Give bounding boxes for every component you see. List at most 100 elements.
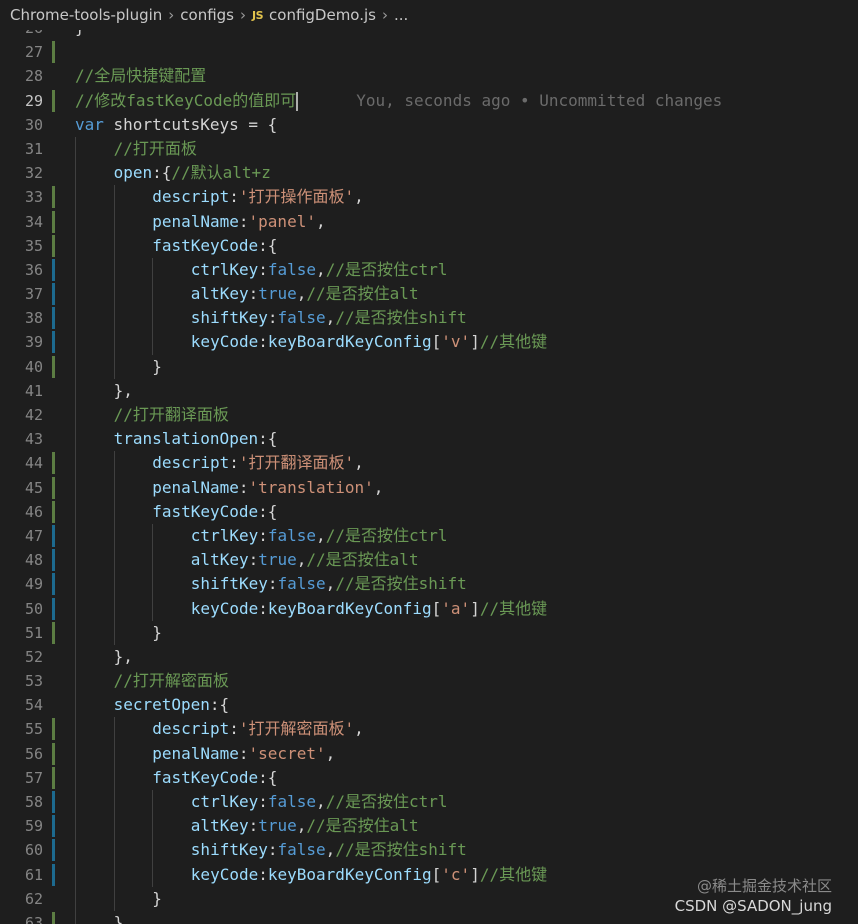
gutter-modified-marker[interactable] <box>52 258 55 281</box>
code-line[interactable]: 50 keyCode:keyBoardKeyConfig['a']//其他键 <box>0 596 858 621</box>
code-text[interactable]: descript:'打开操作面板', <box>152 185 364 209</box>
code-line[interactable]: 54 secretOpen:{ <box>0 693 858 718</box>
code-text[interactable]: penalName:'secret', <box>152 742 335 766</box>
code-line[interactable]: 35 fastKeyCode:{ <box>0 233 858 258</box>
gutter-modified-marker[interactable] <box>52 839 55 862</box>
code-text[interactable]: open:{//默认alt+z <box>114 161 271 185</box>
code-text[interactable]: }, <box>114 645 133 669</box>
code-text[interactable]: translationOpen:{ <box>114 427 278 451</box>
gutter-added-marker[interactable] <box>52 89 55 112</box>
code-line[interactable]: 39 keyCode:keyBoardKeyConfig['v']//其他键 <box>0 330 858 355</box>
code-line[interactable]: 59 altKey:true,//是否按住alt <box>0 814 858 839</box>
code-line[interactable]: 29 //修改fastKeyCode的值即可 You, seconds ago • … <box>0 89 858 113</box>
code-text[interactable]: keyCode:keyBoardKeyConfig['c']//其他键 <box>191 863 547 887</box>
code-text[interactable]: altKey:true,//是否按住alt <box>191 814 419 838</box>
code-line[interactable]: 37 altKey:true,//是否按住alt <box>0 282 858 307</box>
code-line[interactable]: 31 //打开面板 <box>0 136 858 162</box>
gutter-modified-marker[interactable] <box>52 863 55 886</box>
code-line[interactable]: 27 <box>0 40 858 64</box>
code-text[interactable]: var shortcutsKeys = { <box>75 113 277 137</box>
code-line[interactable]: 48 altKey:true,//是否按住alt <box>0 548 858 573</box>
code-area[interactable]: 26}2728//全局快捷键配置29//修改fastKeyCode的值即可You… <box>0 16 858 924</box>
gutter-modified-marker[interactable] <box>52 307 55 330</box>
code-text[interactable]: ctrlKey:false,//是否按住ctrl <box>191 524 448 548</box>
code-text[interactable]: //打开解密面板 <box>114 669 229 693</box>
gutter-added-marker[interactable] <box>52 41 55 64</box>
code-line[interactable]: 34 penalName:'panel', <box>0 209 858 234</box>
code-line[interactable]: 60 shiftKey:false,//是否按住shift <box>0 838 858 863</box>
code-line[interactable]: 43 translationOpen:{ <box>0 427 858 452</box>
code-line[interactable]: 52}, <box>0 644 858 670</box>
code-text[interactable]: } <box>152 621 162 645</box>
code-text[interactable]: fastKeyCode:{ <box>152 766 277 790</box>
code-text[interactable]: } <box>114 911 124 924</box>
code-text[interactable]: shiftKey:false,//是否按住shift <box>191 306 467 330</box>
gutter-added-marker[interactable] <box>52 621 55 644</box>
code-text[interactable]: //修改fastKeyCode的值即可 You, seconds ago • Un… <box>75 89 722 113</box>
code-line[interactable]: 40} <box>0 354 858 379</box>
breadcrumb-more[interactable]: ... <box>394 6 408 24</box>
gutter-modified-marker[interactable] <box>52 283 55 306</box>
gutter-added-marker[interactable] <box>52 210 55 233</box>
code-line[interactable]: 57 fastKeyCode:{ <box>0 765 858 790</box>
breadcrumb-folder[interactable]: Chrome-tools-plugin <box>10 6 162 24</box>
gutter-added-marker[interactable] <box>52 234 55 257</box>
gutter-added-marker[interactable] <box>52 742 55 765</box>
code-text[interactable]: altKey:true,//是否按住alt <box>191 548 419 572</box>
code-line[interactable]: 42 //打开翻译面板 <box>0 403 858 428</box>
code-text[interactable]: fastKeyCode:{ <box>152 234 277 258</box>
code-line[interactable]: 56 penalName:'secret', <box>0 741 858 766</box>
code-line[interactable]: 58 ctrlKey:false,//是否按住ctrl <box>0 790 858 815</box>
code-text[interactable]: shiftKey:false,//是否按住shift <box>191 572 467 596</box>
gutter-modified-marker[interactable] <box>52 597 55 620</box>
code-line[interactable]: 44 descript:'打开翻译面板', <box>0 451 858 476</box>
code-text[interactable]: ctrlKey:false,//是否按住ctrl <box>191 790 448 814</box>
gutter-modified-marker[interactable] <box>52 791 55 813</box>
code-text[interactable]: fastKeyCode:{ <box>152 500 277 524</box>
gutter-modified-marker[interactable] <box>52 331 55 354</box>
code-text[interactable]: keyCode:keyBoardKeyConfig['a']//其他键 <box>191 597 547 621</box>
code-line[interactable]: 46 fastKeyCode:{ <box>0 499 858 524</box>
code-text[interactable]: shiftKey:false,//是否按住shift <box>191 838 467 862</box>
code-text[interactable]: }, <box>114 379 133 403</box>
code-line[interactable]: 47 ctrlKey:false,//是否按住ctrl <box>0 523 858 549</box>
code-text[interactable]: descript:'打开翻译面板', <box>152 451 364 475</box>
code-text[interactable]: ctrlKey:false,//是否按住ctrl <box>191 258 448 282</box>
gutter-added-marker[interactable] <box>52 500 55 523</box>
code-line[interactable]: 30 var shortcutsKeys = { <box>0 113 858 137</box>
code-line[interactable]: 49 shiftKey:false,//是否按住shift <box>0 572 858 597</box>
code-line[interactable]: 32 open:{//默认alt+z <box>0 161 858 186</box>
gutter-added-marker[interactable] <box>52 452 55 475</box>
gutter-modified-marker[interactable] <box>52 549 55 572</box>
code-text[interactable]: altKey:true,//是否按住alt <box>191 282 419 306</box>
gutter-added-marker[interactable] <box>52 911 55 924</box>
gutter-added-marker[interactable] <box>52 186 55 209</box>
gutter-modified-marker[interactable] <box>52 524 55 547</box>
code-text[interactable]: secretOpen:{ <box>114 693 230 717</box>
breadcrumb-file[interactable]: configDemo.js <box>269 6 376 24</box>
code-text[interactable]: //打开翻译面板 <box>114 403 229 427</box>
code-line[interactable]: 41}, <box>0 378 858 403</box>
gutter-added-marker[interactable] <box>52 718 55 741</box>
gutter-added-marker[interactable] <box>52 476 55 499</box>
code-line[interactable]: 55 descript:'打开解密面板', <box>0 717 858 742</box>
code-line[interactable]: 38 shiftKey:false,//是否按住shift <box>0 306 858 331</box>
code-text[interactable]: } <box>152 355 162 379</box>
code-text[interactable]: descript:'打开解密面板', <box>152 717 364 741</box>
code-line[interactable]: 51} <box>0 620 858 645</box>
gutter-added-marker[interactable] <box>52 766 55 789</box>
code-editor[interactable]: Chrome-tools-plugin › configs › JS confi… <box>0 0 858 924</box>
code-line[interactable]: 36 ctrlKey:false,//是否按住ctrl <box>0 257 858 283</box>
code-text[interactable]: keyCode:keyBoardKeyConfig['v']//其他键 <box>191 330 547 354</box>
code-text[interactable]: } <box>152 887 162 911</box>
code-line[interactable]: 45 penalName:'translation', <box>0 475 858 500</box>
code-text[interactable]: //全局快捷键配置 <box>75 64 206 88</box>
code-text[interactable]: //打开面板 <box>114 137 197 161</box>
gutter-added-marker[interactable] <box>52 355 55 378</box>
code-line[interactable]: 33 descript:'打开操作面板', <box>0 185 858 210</box>
code-line[interactable]: 53 //打开解密面板 <box>0 669 858 694</box>
breadcrumb-subfolder[interactable]: configs <box>180 6 234 24</box>
gutter-modified-marker[interactable] <box>52 815 55 838</box>
code-line[interactable]: 28 //全局快捷键配置 <box>0 64 858 88</box>
gutter-modified-marker[interactable] <box>52 573 55 596</box>
